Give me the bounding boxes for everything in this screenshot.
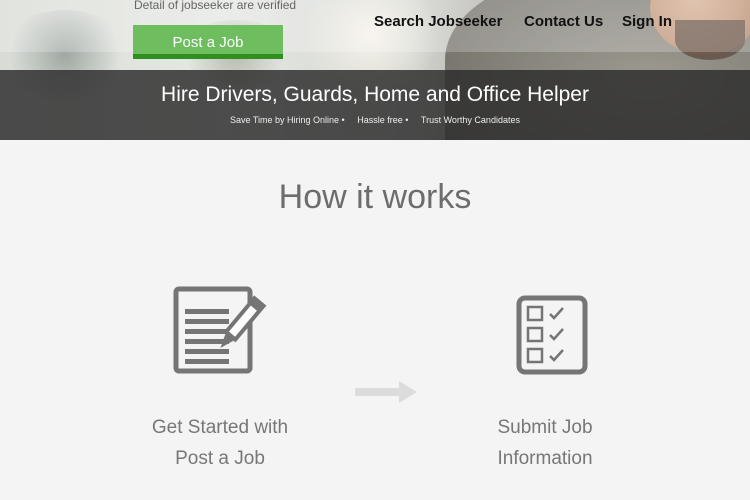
step-submit-job: Submit Job Information bbox=[445, 412, 645, 474]
nav-sign-in[interactable]: Sign In bbox=[622, 13, 672, 30]
tagline-save-time: Save Time by Hiring Online • bbox=[230, 115, 345, 125]
step-1-line1: Get Started with bbox=[151, 417, 289, 438]
banner-title: Hire Drivers, Guards, Home and Office He… bbox=[161, 83, 589, 106]
step-post-job: Get Started with Post a Job bbox=[120, 412, 320, 474]
tagline-hassle-free: Hassle free • bbox=[357, 115, 409, 125]
document-edit-icon bbox=[173, 286, 267, 374]
checklist-icon bbox=[516, 295, 588, 375]
post-job-button-label: Post a Job bbox=[172, 34, 244, 51]
post-job-button[interactable]: Post a Job bbox=[133, 25, 283, 59]
arrow-right-icon bbox=[355, 381, 417, 403]
step-2-line1: Submit Job bbox=[497, 417, 593, 438]
hero-description: Detail of jobseeker are verified bbox=[134, 0, 297, 12]
step-2-line2: Information bbox=[497, 448, 593, 469]
hero-banner: Hire Drivers, Guards, Home and Office He… bbox=[0, 70, 750, 140]
nav-contact-us[interactable]: Contact Us bbox=[524, 13, 603, 30]
how-it-works-title: How it works bbox=[278, 178, 472, 216]
tagline-trust-worthy: Trust Worthy Candidates bbox=[420, 115, 520, 125]
nav-search-jobseeker[interactable]: Search Jobseeker bbox=[374, 13, 502, 30]
banner-taglines: Save Time by Hiring Online • Hassle free… bbox=[0, 115, 750, 125]
hero-section: Detail of jobseeker are verified Post a … bbox=[0, 0, 750, 140]
step-1-line2: Post a Job bbox=[175, 448, 265, 469]
